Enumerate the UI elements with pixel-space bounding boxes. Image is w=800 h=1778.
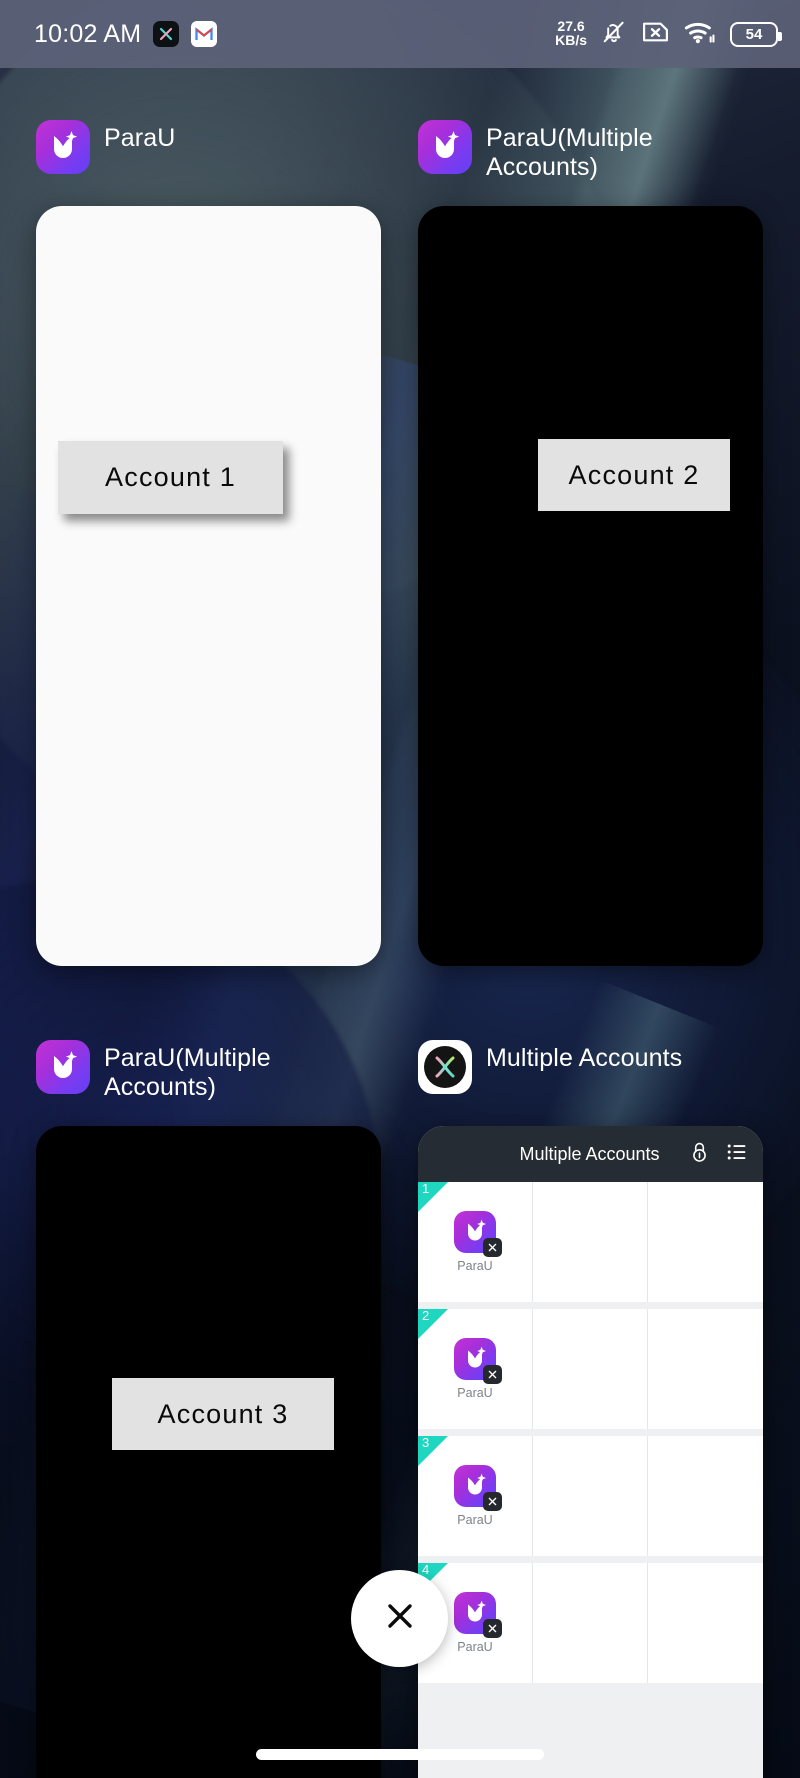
empty-slot[interactable] — [533, 1436, 648, 1556]
clone-app-label: ParaU — [457, 1386, 493, 1400]
task-preview-app[interactable]: Multiple Accounts 1 ParaU 2 ParaU 3 Para… — [418, 1126, 763, 1778]
silent-mode-icon — [601, 18, 627, 51]
task-title: ParaU — [104, 124, 176, 152]
recents-screen: 10:02 AM 27.6 KB/s 54 ParaU Account 1 Pa… — [0, 0, 800, 1778]
task-title: ParaU(Multiple Accounts) — [104, 1044, 271, 1102]
task-header: Multiple Accounts — [418, 1040, 763, 1126]
recent-task-parau-multi-2[interactable]: ParaU(Multiple Accounts) Account 3 — [36, 1040, 381, 1778]
multiple-accounts-app-icon — [153, 21, 180, 47]
clone-number-label: 1 — [422, 1181, 430, 1196]
home-gesture-pill[interactable] — [256, 1749, 544, 1760]
gmail-icon — [191, 21, 218, 47]
task-preview-black[interactable]: Account 2 — [418, 206, 763, 966]
task-title: ParaU(Multiple Accounts) — [486, 124, 653, 182]
list-view-icon[interactable] — [727, 1143, 747, 1166]
clone-number-label: 2 — [422, 1308, 430, 1323]
status-bar: 10:02 AM 27.6 KB/s 54 — [0, 0, 800, 68]
empty-slot[interactable] — [648, 1309, 763, 1429]
clone-app-label: ParaU — [457, 1513, 493, 1527]
recent-task-multiple-accounts[interactable]: Multiple Accounts Multiple Accounts 1 Pa… — [418, 1040, 763, 1778]
close-all-icon — [380, 1596, 420, 1641]
account-chip: Account 2 — [538, 439, 730, 511]
task-header: ParaU(Multiple Accounts) — [418, 120, 763, 206]
app-preview-appbar: Multiple Accounts — [418, 1126, 763, 1182]
battery-level-label: 54 — [745, 25, 763, 43]
empty-slot[interactable] — [648, 1436, 763, 1556]
list-item[interactable]: 3 ParaU — [418, 1435, 763, 1556]
task-preview-black[interactable]: Account 3 — [36, 1126, 381, 1778]
recent-task-parau[interactable]: ParaU Account 1 — [36, 120, 381, 966]
clone-x-badge — [483, 1619, 502, 1638]
lock-icon[interactable] — [690, 1141, 709, 1168]
clone-number-label: 3 — [422, 1435, 430, 1450]
battery-icon: 54 — [730, 21, 782, 47]
clone-number-label: 4 — [422, 1562, 430, 1577]
list-item[interactable]: 1 ParaU — [418, 1181, 763, 1302]
no-sim-icon — [641, 19, 670, 50]
account-chip: Account 1 — [58, 441, 283, 514]
clone-app-label: ParaU — [457, 1640, 493, 1654]
network-speed-unit: KB/s — [555, 32, 587, 48]
app-preview-list: 1 ParaU 2 ParaU 3 ParaU 4 ParaU — [418, 1181, 763, 1683]
close-all-button[interactable] — [351, 1570, 448, 1667]
empty-slot[interactable] — [648, 1182, 763, 1302]
task-preview-white[interactable]: Account 1 — [36, 206, 381, 966]
task-header: ParaU — [36, 120, 381, 206]
parau-icon — [36, 120, 90, 174]
empty-slot[interactable] — [648, 1563, 763, 1683]
wifi-icon — [684, 19, 716, 50]
parau-icon — [36, 1040, 90, 1094]
list-item[interactable]: 4 ParaU — [418, 1562, 763, 1683]
recent-task-parau-multi-1[interactable]: ParaU(Multiple Accounts) Account 2 — [418, 120, 763, 966]
list-item[interactable]: 2 ParaU — [418, 1308, 763, 1429]
empty-slot[interactable] — [533, 1182, 648, 1302]
recents-grid: ParaU Account 1 ParaU(Multiple Accounts)… — [0, 68, 800, 1778]
parau-icon — [418, 120, 472, 174]
network-speed-indicator: 27.6 KB/s — [555, 19, 587, 48]
task-header: ParaU(Multiple Accounts) — [36, 1040, 381, 1126]
empty-slot[interactable] — [533, 1563, 648, 1683]
task-title: Multiple Accounts — [486, 1044, 683, 1072]
clone-x-badge — [483, 1365, 502, 1384]
clone-app-label: ParaU — [457, 1259, 493, 1273]
account-chip: Account 3 — [112, 1378, 334, 1450]
multiple-accounts-icon — [418, 1040, 472, 1094]
empty-slot[interactable] — [533, 1309, 648, 1429]
status-bar-clock: 10:02 AM — [34, 19, 142, 48]
clone-x-badge — [483, 1238, 502, 1257]
clone-x-badge — [483, 1492, 502, 1511]
